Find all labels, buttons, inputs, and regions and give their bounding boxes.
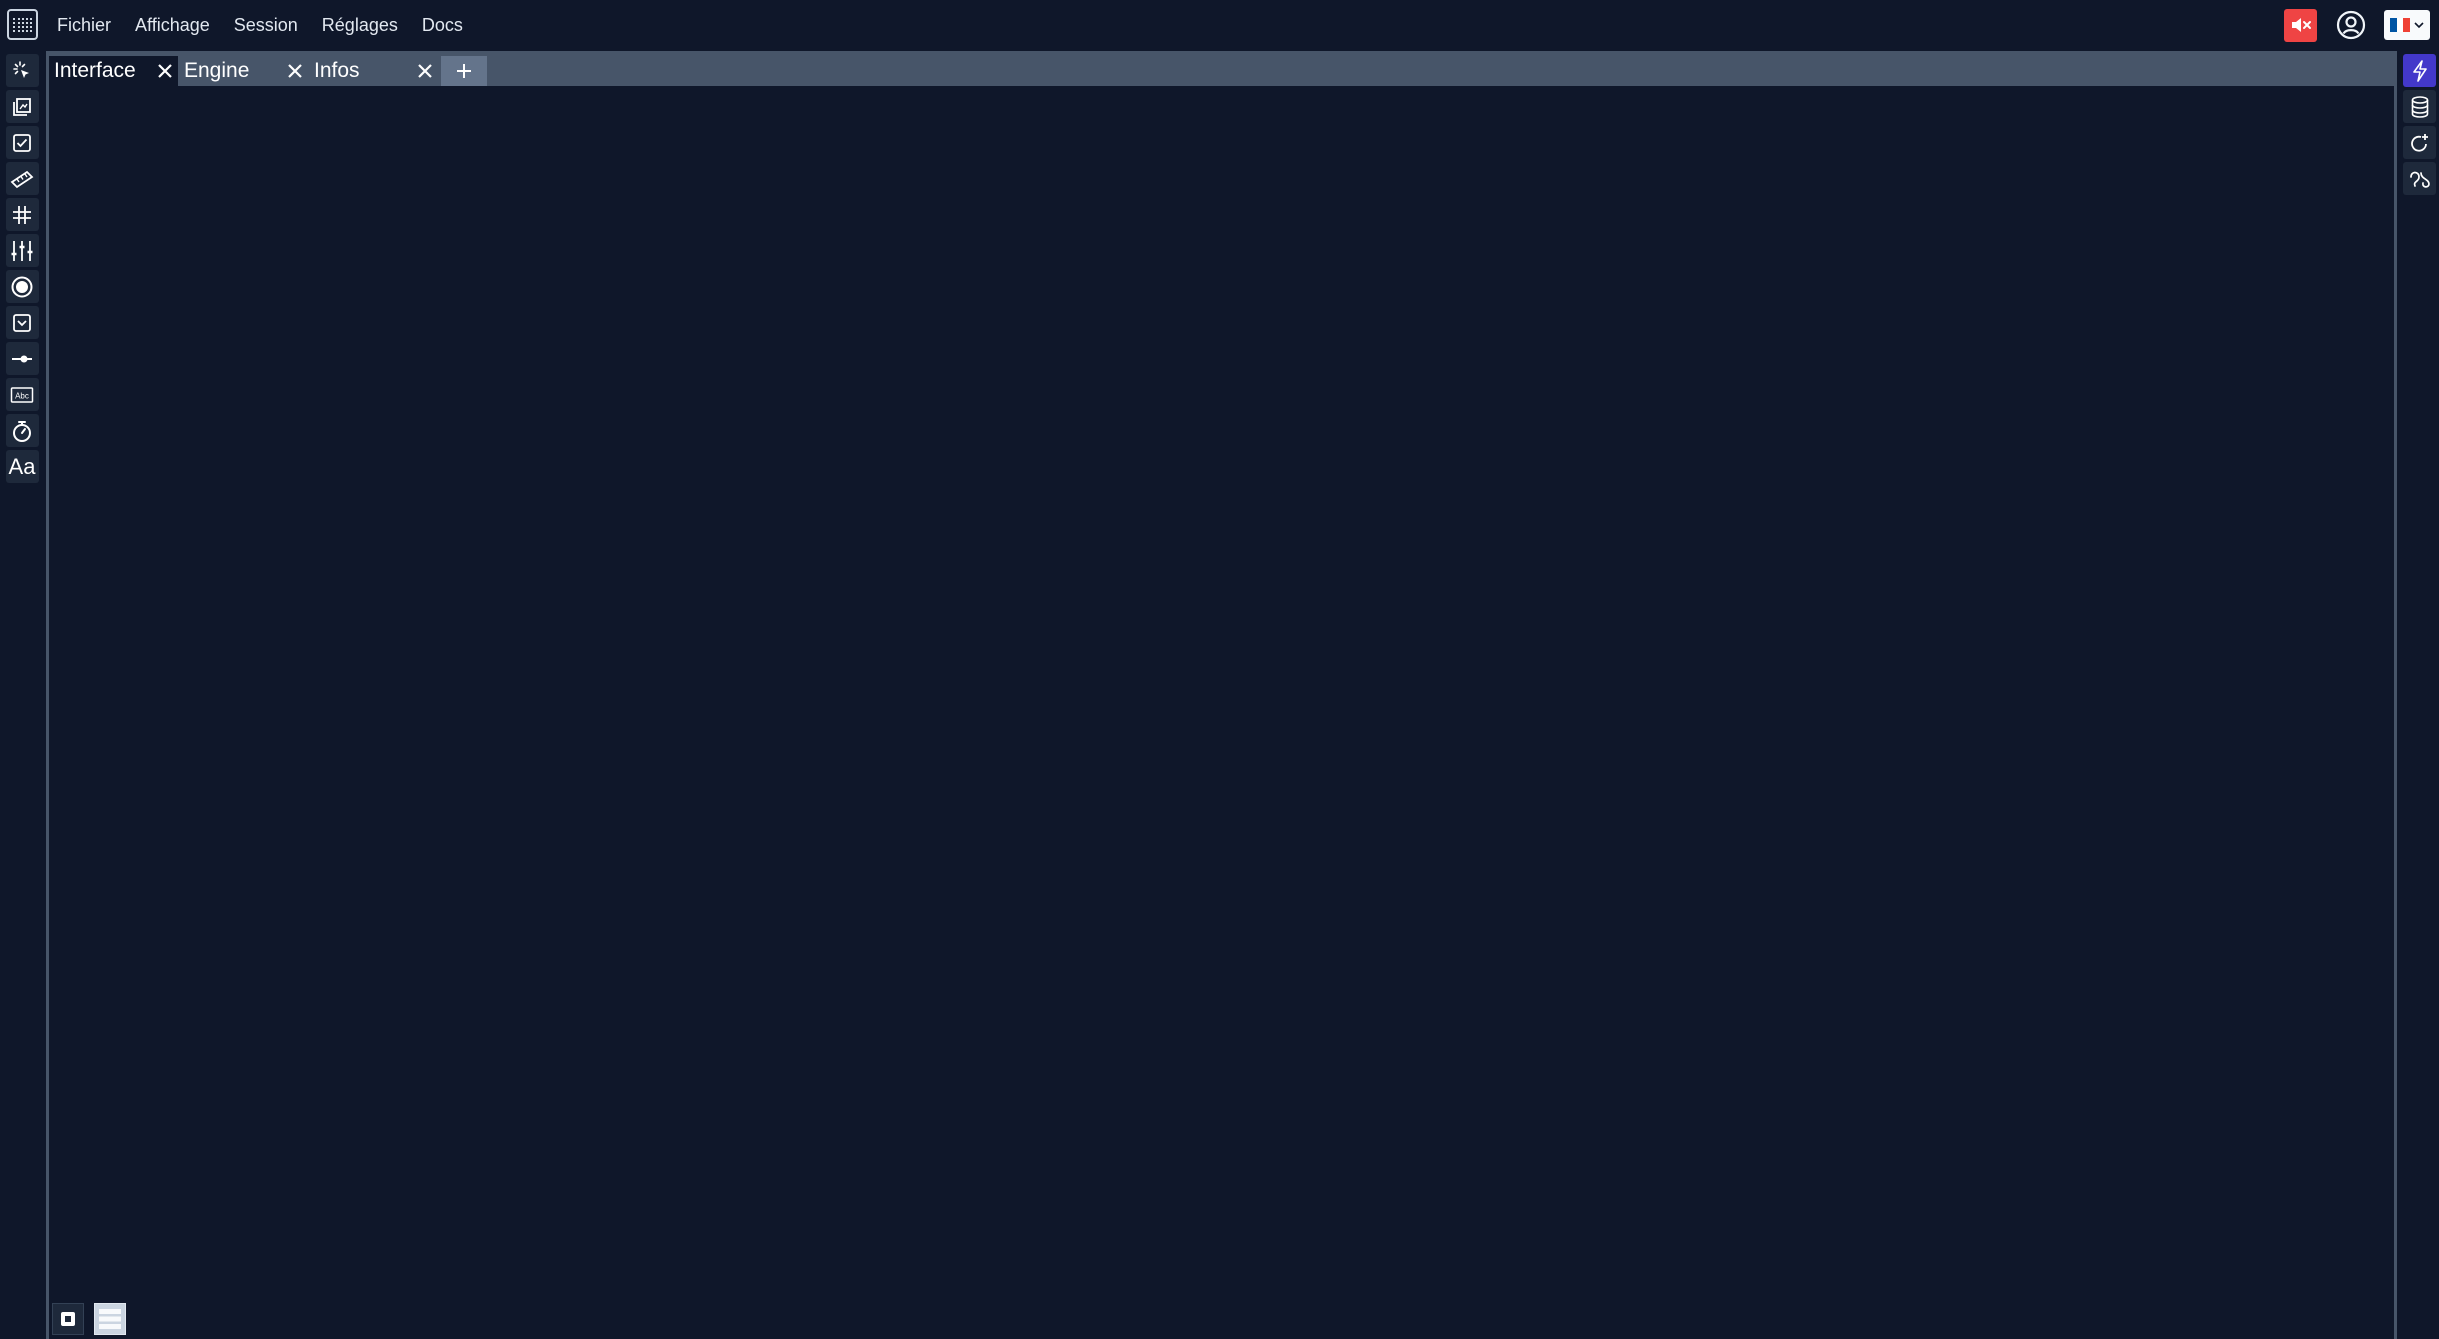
flag-fr-icon (2390, 18, 2411, 32)
close-icon (158, 64, 172, 78)
right-tool-scripts[interactable] (2403, 162, 2436, 195)
tool-text[interactable]: Aa (5, 450, 39, 483)
top-menu-bar: Fichier Affichage Session Réglages Docs (0, 0, 2439, 50)
tool-slider[interactable] (5, 342, 39, 375)
right-tool-data[interactable] (2403, 90, 2436, 123)
widget-toolbar: Abc Aa (0, 54, 44, 486)
font-icon: Aa (8, 453, 36, 479)
list-rows-icon (99, 1309, 121, 1329)
right-panel-toolbar (2400, 54, 2439, 198)
tool-dropdown[interactable] (5, 306, 39, 339)
tab-interface[interactable]: Interface (49, 56, 178, 86)
dropdown-icon (13, 313, 31, 332)
volume-mute-icon (2291, 18, 2311, 32)
database-icon (2411, 95, 2428, 118)
tool-checkbox[interactable] (5, 126, 39, 159)
tab-close-button[interactable] (156, 62, 174, 80)
tab-label: Interface (54, 59, 136, 82)
scripts-icon (2409, 171, 2430, 188)
copy-stack-icon (13, 97, 31, 116)
grid-hash-icon (13, 205, 31, 224)
user-account-button[interactable] (2334, 9, 2367, 42)
language-select[interactable] (2384, 10, 2430, 40)
close-icon (288, 64, 302, 78)
chevron-down-icon (2414, 22, 2424, 29)
stopwatch-icon (13, 420, 31, 442)
checkbox-icon (13, 133, 31, 152)
tool-select[interactable] (5, 54, 39, 87)
workspace-canvas[interactable] (49, 86, 2394, 1339)
menu-affichage[interactable]: Affichage (135, 15, 210, 36)
list-view-button[interactable] (94, 1303, 126, 1335)
main-menu: Fichier Affichage Session Réglages Docs (57, 0, 487, 50)
tab-label: Infos (314, 59, 360, 82)
tool-faders[interactable] (5, 234, 39, 267)
tool-panel[interactable] (5, 90, 39, 123)
tab-close-button[interactable] (286, 62, 304, 80)
menu-fichier[interactable]: Fichier (57, 15, 111, 36)
refresh-plus-icon (2410, 133, 2428, 152)
user-circle-icon (2336, 10, 2365, 40)
main-panel: Interface Engine Infos (46, 51, 2397, 1339)
add-tab-button[interactable] (441, 56, 487, 86)
menu-docs[interactable]: Docs (422, 15, 463, 36)
screen-capture-icon (61, 1312, 75, 1326)
app-logo-icon[interactable] (7, 9, 38, 40)
menu-session[interactable]: Session (234, 15, 298, 36)
tab-close-button[interactable] (416, 62, 434, 80)
tool-clock[interactable] (5, 414, 39, 447)
plus-icon (457, 64, 471, 78)
tool-ruler[interactable] (5, 162, 39, 195)
screen-capture-button[interactable] (52, 1303, 84, 1335)
tab-bar: Interface Engine Infos (49, 54, 2394, 86)
cursor-click-icon (13, 60, 29, 78)
slider-handle-icon (12, 355, 32, 362)
right-tool-engine[interactable] (2403, 54, 2436, 87)
mute-button[interactable] (2284, 8, 2317, 42)
close-icon (418, 64, 432, 78)
right-tool-refresh[interactable] (2403, 126, 2436, 159)
lightning-icon (2412, 59, 2427, 82)
tool-input[interactable]: Abc (5, 378, 39, 411)
sliders-icon (11, 240, 33, 261)
tab-infos[interactable]: Infos (309, 56, 438, 86)
ruler-icon (10, 170, 34, 188)
radio-button-icon (11, 276, 33, 297)
svg-text:Abc: Abc (15, 391, 29, 400)
tool-grid[interactable] (5, 198, 39, 231)
tab-engine[interactable]: Engine (179, 56, 308, 86)
menu-reglages[interactable]: Réglages (322, 15, 398, 36)
tool-button[interactable] (5, 270, 39, 303)
tab-label: Engine (184, 59, 250, 82)
bottom-controls (52, 1303, 126, 1335)
text-field-icon: Abc (10, 386, 34, 403)
header-actions (2284, 8, 2430, 42)
